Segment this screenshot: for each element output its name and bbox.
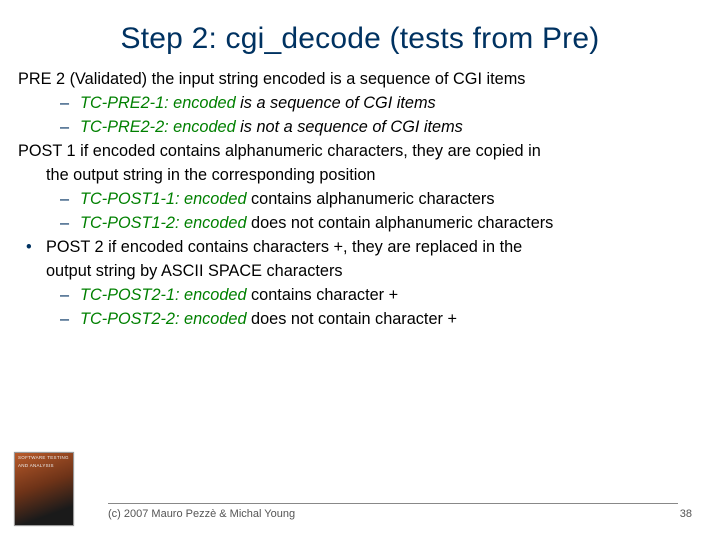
book-title-line2: AND ANALYSIS [15,461,73,469]
post2-tc2-rest: does not contain character + [247,310,457,328]
post2-lead-b: output string by ASCII SPACE characters [18,260,702,282]
pre2-tc1: TC-PRE2-1: encoded is a sequence of CGI … [18,92,702,114]
pre2-lead: PRE 2 (Validated) the input string encod… [18,68,702,90]
post1-lead-a: POST 1 if encoded contains alphanumeric … [18,140,702,162]
post1-lead-b: the output string in the corresponding p… [18,164,702,186]
footer-divider [108,503,678,504]
slide: Step 2: cgi_decode (tests from Pre) PRE … [0,0,720,540]
pre2-tc2: TC-PRE2-2: encoded is not a sequence of … [18,116,702,138]
slide-footer: (c) 2007 Mauro Pezzè & Michal Young 38 [0,503,720,520]
slide-body: PRE 2 (Validated) the input string encod… [0,68,720,330]
post1-tc2-rest: does not contain alphanumeric characters [247,214,554,232]
book-title-line1: SOFTWARE TESTING [15,453,73,461]
post2-tc2: TC-POST2-2: encoded does not contain cha… [18,308,702,330]
post2-tc1-rest: contains character + [247,286,399,304]
post2-tc1: TC-POST2-1: encoded contains character + [18,284,702,306]
pre2-tc1-rest: is a sequence of CGI items [236,94,436,112]
post2-tc2-label: TC-POST2-2: encoded [80,310,247,328]
page-number: 38 [680,508,698,520]
copyright-text: (c) 2007 Mauro Pezzè & Michal Young [108,508,295,520]
post1-tc2-label: TC-POST1-2: encoded [80,214,247,232]
post1-tc2: TC-POST1-2: encoded does not contain alp… [18,212,702,234]
post2-lead-a: POST 2 if encoded contains characters +,… [18,236,702,258]
pre2-tc2-label: TC-PRE2-2: encoded [80,118,236,136]
post1-tc1-label: TC-POST1-1: encoded [80,190,247,208]
pre2-tc1-label: TC-PRE2-1: encoded [80,94,236,112]
pre2-tc2-rest: is not a sequence of CGI items [236,118,463,136]
post1-tc1-rest: contains alphanumeric characters [247,190,495,208]
slide-title: Step 2: cgi_decode (tests from Pre) [0,0,720,68]
footer-row: (c) 2007 Mauro Pezzè & Michal Young 38 [108,508,698,520]
post1-tc1: TC-POST1-1: encoded contains alphanumeri… [18,188,702,210]
post2-tc1-label: TC-POST2-1: encoded [80,286,247,304]
